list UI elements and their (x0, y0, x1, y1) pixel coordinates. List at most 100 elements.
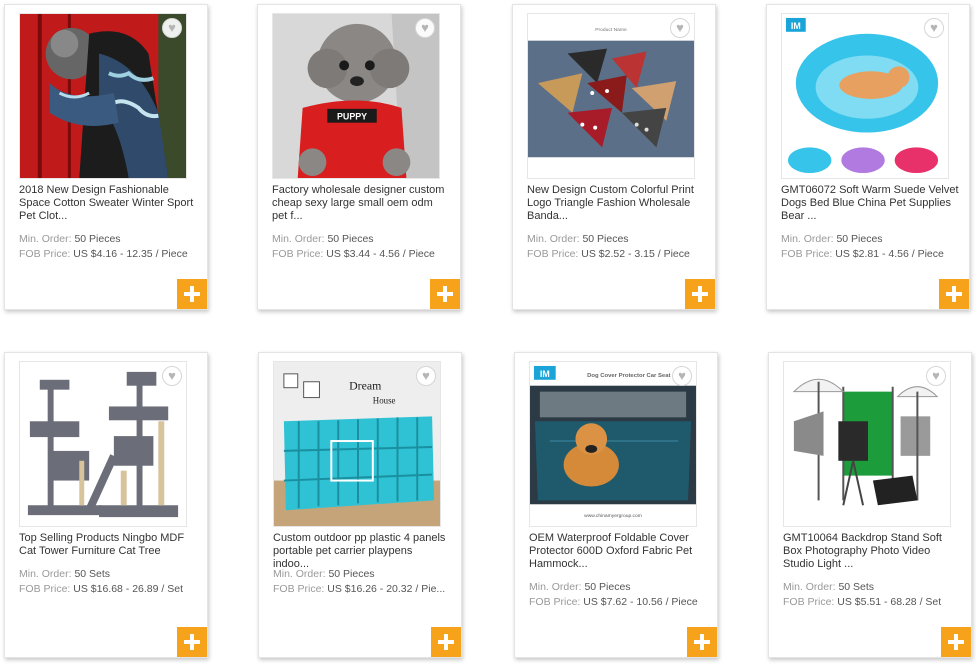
min-order-value: 50 Pieces (584, 581, 631, 593)
bandanas-photo: Product Name (528, 14, 694, 178)
min-order-row: Min. Order: 50 Pieces (272, 233, 374, 245)
min-order-value: 50 Pieces (74, 233, 121, 245)
min-order-value: 50 Pieces (328, 568, 375, 580)
fob-price-label: FOB Price: (19, 583, 71, 595)
studio-kit-photo (784, 362, 950, 526)
favorite-heart-icon[interactable]: ♥ (416, 366, 436, 386)
add-plus-icon[interactable] (939, 279, 969, 309)
product-card[interactable]: PUPPY ♥ Factory wholesale designer custo… (257, 4, 461, 310)
min-order-label: Min. Order: (19, 233, 72, 245)
min-order-value: 50 Pieces (327, 233, 374, 245)
playpen-photo: Dream House (274, 362, 440, 526)
product-title[interactable]: Factory wholesale designer custom cheap … (272, 184, 450, 224)
product-title[interactable]: New Design Custom Colorful Print Logo Tr… (527, 184, 705, 224)
fob-price-row: FOB Price: US $2.52 - 3.15 / Piece (527, 248, 690, 260)
product-title[interactable]: GMT10064 Backdrop Stand Soft Box Photogr… (783, 532, 961, 572)
wall-sign-house: House (373, 395, 396, 405)
fob-price-value: US $3.44 - 4.56 / Piece (326, 248, 435, 260)
brand-logo-text: IM (791, 21, 801, 31)
fob-price-row: FOB Price: US $16.26 - 20.32 / Pie... (273, 583, 445, 595)
product-title[interactable]: Custom outdoor pp plastic 4 panels porta… (273, 532, 451, 572)
min-order-value: 50 Pieces (582, 233, 629, 245)
add-plus-icon[interactable] (687, 627, 717, 657)
product-image[interactable]: Product Name ♥ (527, 13, 695, 179)
product-card[interactable]: IM Dog Cover Protector Car Seat www.chin… (514, 352, 718, 658)
min-order-row: Min. Order: 50 Sets (19, 568, 110, 580)
wall-sign-dream: Dream (349, 379, 382, 393)
add-plus-icon[interactable] (431, 627, 461, 657)
product-image[interactable]: IM ♥ (781, 13, 949, 179)
fob-price-row: FOB Price: US $16.68 - 26.89 / Set (19, 583, 183, 595)
fob-price-label: FOB Price: (19, 248, 71, 260)
product-card[interactable]: Dream House ♥ Custom outdoor pp plastic … (258, 352, 462, 658)
min-order-value: 50 Sets (838, 581, 875, 593)
min-order-row: Min. Order: 50 Pieces (19, 233, 121, 245)
min-order-row: Min. Order: 50 Pieces (527, 233, 629, 245)
fob-price-row: FOB Price: US $5.51 - 68.28 / Set (783, 596, 941, 608)
add-plus-icon[interactable] (941, 627, 971, 657)
fob-price-label: FOB Price: (529, 596, 581, 608)
product-image[interactable]: PUPPY ♥ (272, 13, 440, 179)
favorite-heart-icon[interactable]: ♥ (162, 366, 182, 386)
image-footer-text: www.chinamyergroup.com (584, 513, 642, 519)
product-card[interactable]: ♥ Top Selling Products Ningbo MDF Cat To… (4, 352, 208, 658)
fob-price-row: FOB Price: US $3.44 - 4.56 / Piece (272, 248, 435, 260)
fob-price-label: FOB Price: (781, 248, 833, 260)
fob-price-value: US $2.81 - 4.56 / Piece (835, 248, 944, 260)
image-header-text: Dog Cover Protector Car Seat (587, 373, 670, 379)
fob-price-value: US $2.52 - 3.15 / Piece (581, 248, 690, 260)
product-image[interactable]: Dream House ♥ (273, 361, 441, 527)
fob-price-row: FOB Price: US $7.62 - 10.56 / Piece (529, 596, 698, 608)
product-title[interactable]: Top Selling Products Ningbo MDF Cat Towe… (19, 532, 197, 572)
fob-price-value: US $16.26 - 20.32 / Pie... (327, 583, 446, 595)
favorite-heart-icon[interactable]: ♥ (415, 18, 435, 38)
product-card[interactable]: ♥ GMT10064 Backdrop Stand Soft Box Photo… (768, 352, 972, 658)
min-order-row: Min. Order: 50 Pieces (781, 233, 883, 245)
fob-price-row: FOB Price: US $2.81 - 4.56 / Piece (781, 248, 944, 260)
product-image[interactable]: ♥ (783, 361, 951, 527)
min-order-label: Min. Order: (19, 568, 72, 580)
sweater-photo (20, 14, 186, 178)
product-image[interactable]: IM Dog Cover Protector Car Seat www.chin… (529, 361, 697, 527)
car-seat-cover-photo: IM Dog Cover Protector Car Seat www.chin… (530, 362, 696, 526)
favorite-heart-icon[interactable]: ♥ (924, 18, 944, 38)
add-plus-icon[interactable] (177, 279, 207, 309)
min-order-label: Min. Order: (529, 581, 582, 593)
fob-price-value: US $4.16 - 12.35 / Piece (73, 248, 188, 260)
shirt-print-text: PUPPY (337, 112, 367, 122)
min-order-label: Min. Order: (527, 233, 580, 245)
fob-price-value: US $5.51 - 68.28 / Set (837, 596, 942, 608)
fob-price-row: FOB Price: US $4.16 - 12.35 / Piece (19, 248, 188, 260)
fob-price-label: FOB Price: (273, 583, 325, 595)
add-plus-icon[interactable] (685, 279, 715, 309)
brand-logo-text: IM (540, 369, 550, 379)
pet-bed-photo: IM (782, 14, 948, 178)
fob-price-label: FOB Price: (527, 248, 579, 260)
product-image[interactable]: ♥ (19, 361, 187, 527)
favorite-heart-icon[interactable]: ♥ (162, 18, 182, 38)
product-card[interactable]: ♥ 2018 New Design Fashionable Space Cott… (4, 4, 208, 310)
product-card[interactable]: Product Name ♥ New Design Custom Colorfu… (512, 4, 716, 310)
min-order-value: 50 Pieces (836, 233, 883, 245)
image-header-text: Product Name (595, 27, 627, 33)
product-card[interactable]: IM ♥ GMT06072 Soft Warm Suede Velvet Dog… (766, 4, 970, 310)
favorite-heart-icon[interactable]: ♥ (670, 18, 690, 38)
favorite-heart-icon[interactable]: ♥ (926, 366, 946, 386)
min-order-label: Min. Order: (783, 581, 836, 593)
product-title[interactable]: 2018 New Design Fashionable Space Cotton… (19, 184, 197, 224)
add-plus-icon[interactable] (177, 627, 207, 657)
product-title[interactable]: GMT06072 Soft Warm Suede Velvet Dogs Bed… (781, 184, 959, 224)
favorite-heart-icon[interactable]: ♥ (672, 366, 692, 386)
fob-price-value: US $16.68 - 26.89 / Set (73, 583, 184, 595)
min-order-row: Min. Order: 50 Pieces (529, 581, 631, 593)
fob-price-label: FOB Price: (272, 248, 324, 260)
product-image[interactable]: ♥ (19, 13, 187, 179)
min-order-label: Min. Order: (273, 568, 326, 580)
min-order-value: 50 Sets (74, 568, 111, 580)
cat-tree-photo (20, 362, 186, 526)
min-order-label: Min. Order: (272, 233, 325, 245)
fob-price-label: FOB Price: (783, 596, 835, 608)
min-order-row: Min. Order: 50 Sets (783, 581, 874, 593)
add-plus-icon[interactable] (430, 279, 460, 309)
product-title[interactable]: OEM Waterproof Foldable Cover Protector … (529, 532, 707, 572)
